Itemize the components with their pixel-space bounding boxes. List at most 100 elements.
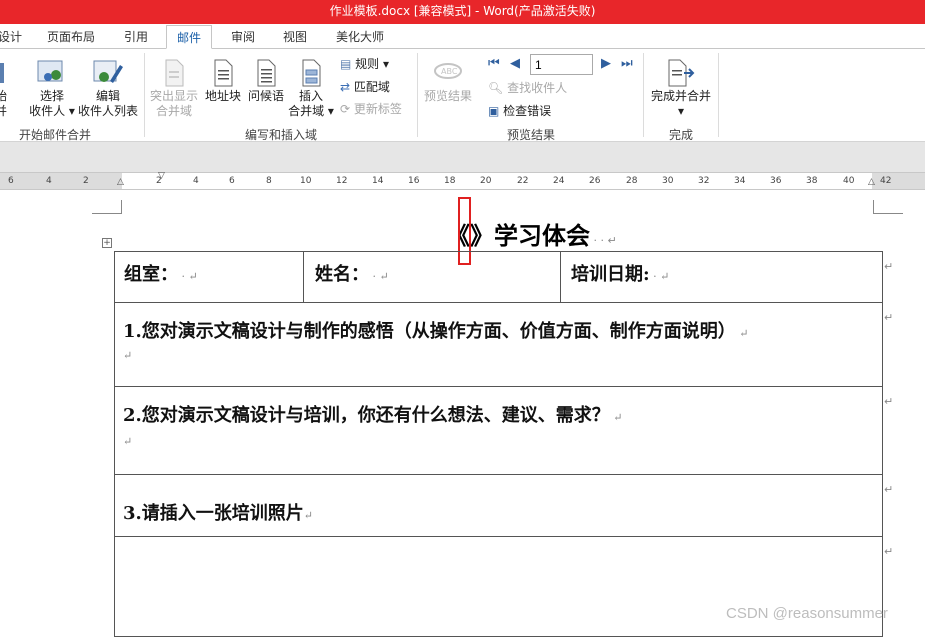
table-move-handle-icon[interactable]: + — [102, 238, 112, 248]
tab-beautify[interactable]: 美化大师 — [336, 28, 384, 45]
last-record-icon[interactable]: ⏭ — [621, 56, 633, 71]
group-label: 组室： — [124, 264, 178, 285]
table-row: 2.您对演示文稿设计与培训，你还有什么想法、建议、需求？ ↵ ↵ — [114, 386, 883, 475]
find-recipient-icon: 🔍︎ — [488, 81, 504, 95]
update-labels-button[interactable]: ⟳ 更新标签 — [340, 100, 402, 118]
start-merge-icon — [0, 63, 4, 83]
check-errors-label: 检查错误 — [503, 104, 552, 118]
greeting-line-button[interactable]: 问候语 — [245, 59, 287, 104]
table-cell[interactable]: 组室： · ↵ — [114, 251, 304, 303]
table-cell[interactable]: 培训日期: · ↵ — [560, 251, 883, 303]
highlight-label: 突出显示 — [149, 89, 198, 103]
name-label: 姓名： — [315, 264, 369, 285]
record-number-input[interactable] — [530, 54, 593, 75]
table-cell[interactable]: 3.请插入一张培训照片↵ — [114, 474, 883, 537]
end-of-row-mark: ↵ — [884, 395, 894, 408]
table-cell[interactable]: 1.您对演示文稿设计与制作的感悟（从操作方面、价值方面、制作方面说明） ↵ ↵ — [114, 302, 883, 387]
rules-icon: ▤ — [340, 57, 352, 71]
indent-marker-icon[interactable]: △ — [117, 177, 124, 187]
rules-button[interactable]: ▤ 规则 ▾ — [340, 55, 389, 73]
first-line-indent-icon[interactable]: ▽ — [158, 171, 165, 181]
next-record-icon[interactable]: ▶ — [601, 56, 611, 71]
group-divider — [718, 53, 719, 137]
find-recipient-button[interactable]: 🔍︎ 查找收件人 — [488, 79, 567, 97]
start-merge-label: 始 — [0, 89, 7, 103]
select-recipients-label2: 收件人 — [29, 104, 66, 118]
question-1: 1.您对演示文稿设计与制作的感悟（从操作方面、价值方面、制作方面说明） — [123, 321, 736, 342]
ruler-tick: 32 — [698, 176, 710, 186]
group-label-preview: 预览结果 — [506, 128, 555, 142]
highlight-merge-fields-button[interactable]: 突出显示 合并域 — [148, 59, 200, 119]
ruler-tick: 28 — [626, 176, 638, 186]
group-divider — [643, 53, 644, 137]
ruler-tick: 42 — [880, 176, 892, 186]
preview-results-button[interactable]: ABC 预览结果 — [421, 59, 475, 104]
insert-merge-field-button[interactable]: 插入 合并域 ▾ — [288, 59, 334, 119]
group-divider — [144, 53, 145, 137]
greeting-line-icon — [257, 59, 276, 87]
table-cell[interactable]: 2.您对演示文稿设计与培训，你还有什么想法、建议、需求？ ↵ ↵ — [114, 386, 883, 475]
end-of-row-mark: ↵ — [884, 311, 894, 324]
first-record-icon[interactable]: ⏮ — [488, 56, 500, 71]
table-row: 3.请插入一张培训照片↵ — [114, 474, 883, 537]
address-block-button[interactable]: 地址块 — [202, 59, 244, 104]
ruler-tick: 38 — [806, 176, 818, 186]
tab-review[interactable]: 审阅 — [231, 28, 255, 45]
ruler-tick: 10 — [300, 176, 312, 186]
edit-recipients-label2: 收件人列表 — [77, 104, 138, 118]
group-label-start: 开始邮件合并 — [18, 128, 91, 142]
end-of-row-mark: ↵ — [884, 260, 894, 273]
table-row: 1.您对演示文稿设计与制作的感悟（从操作方面、价值方面、制作方面说明） ↵ ↵ — [114, 302, 883, 387]
edit-recipients-button[interactable]: 编辑 收件人列表 — [76, 59, 140, 119]
group-label-write: 编写和插入域 — [244, 128, 317, 142]
check-errors-button[interactable]: ▣ 检查错误 — [488, 102, 551, 120]
dropdown-arrow-icon: ▾ — [327, 104, 334, 118]
match-fields-label: 匹配域 — [353, 80, 390, 94]
start-merge-button[interactable]: 始 并 — [0, 59, 8, 119]
insert-merge-label2: 合并域 — [288, 104, 325, 118]
rules-label: 规则 — [355, 57, 380, 71]
finish-merge-label: 完成并合并 — [650, 89, 711, 103]
select-recipients-label: 选择 — [39, 89, 64, 103]
ruler-tick: 16 — [408, 176, 420, 186]
ruler-tick: 4 — [193, 176, 199, 186]
ruler-tick: 20 — [480, 176, 492, 186]
ruler-tick: 36 — [770, 176, 782, 186]
tab-layout[interactable]: 页面布局 — [47, 28, 95, 45]
tab-view[interactable]: 视图 — [283, 28, 307, 45]
document-title[interactable]: 《》学习体会 · · ↵ — [446, 216, 617, 251]
preview-results-icon: ABC — [434, 63, 462, 79]
right-indent-icon[interactable]: △ — [868, 177, 875, 187]
svg-text:ABC: ABC — [441, 67, 458, 76]
ruler-tick: 2 — [83, 176, 89, 186]
address-block-icon — [214, 59, 233, 87]
previous-record-icon[interactable]: ◀ — [510, 56, 520, 71]
question-2: 2.您对演示文稿设计与培训，你还有什么想法、建议、需求？ — [123, 405, 610, 426]
margin-corner-left — [92, 200, 122, 214]
finish-merge-icon — [668, 59, 695, 87]
update-labels-icon: ⟳ — [340, 102, 351, 116]
horizontal-ruler[interactable]: 6 4 2 2 4 6 8 10 12 14 16 18 20 22 24 26… — [0, 171, 925, 190]
select-recipients-button[interactable]: 选择 收件人 ▾ — [24, 59, 80, 119]
tab-references[interactable]: 引用 — [124, 28, 148, 45]
tab-design[interactable]: 设计 — [0, 28, 22, 45]
match-fields-button[interactable]: ⇄ 匹配域 — [340, 78, 390, 96]
update-labels-label: 更新标签 — [353, 102, 402, 116]
ruler-tick: 6 — [8, 176, 14, 186]
form-table: 组室： · ↵ 姓名： · ↵ 培训日期: · ↵ 1.您对演示文稿设计与制作的… — [114, 251, 883, 637]
paragraph-mark: · · ↵ — [590, 234, 617, 247]
table-cell[interactable]: 姓名： · ↵ — [303, 251, 561, 303]
ruler-tick: 34 — [734, 176, 746, 186]
training-date-label: 培训日期: — [571, 264, 650, 285]
margin-corner-right — [873, 200, 903, 214]
end-of-row-mark: ↵ — [884, 483, 894, 496]
edit-recipients-label: 编辑 — [95, 89, 120, 103]
ruler-tick: 4 — [46, 176, 52, 186]
finish-merge-button[interactable]: 完成并合并 ▾ — [647, 59, 715, 119]
dropdown-arrow-icon: ▾ — [677, 104, 685, 118]
tab-mailings[interactable]: 邮件 — [166, 25, 213, 49]
ruler-margin-left — [0, 173, 122, 189]
document-page[interactable]: 《》学习体会 · · ↵ + 组室： · ↵ 姓名： · ↵ 培训日期: · ↵… — [0, 190, 925, 637]
dropdown-arrow-icon: ▾ — [383, 57, 390, 71]
table-row: 组室： · ↵ 姓名： · ↵ 培训日期: · ↵ — [114, 251, 883, 303]
